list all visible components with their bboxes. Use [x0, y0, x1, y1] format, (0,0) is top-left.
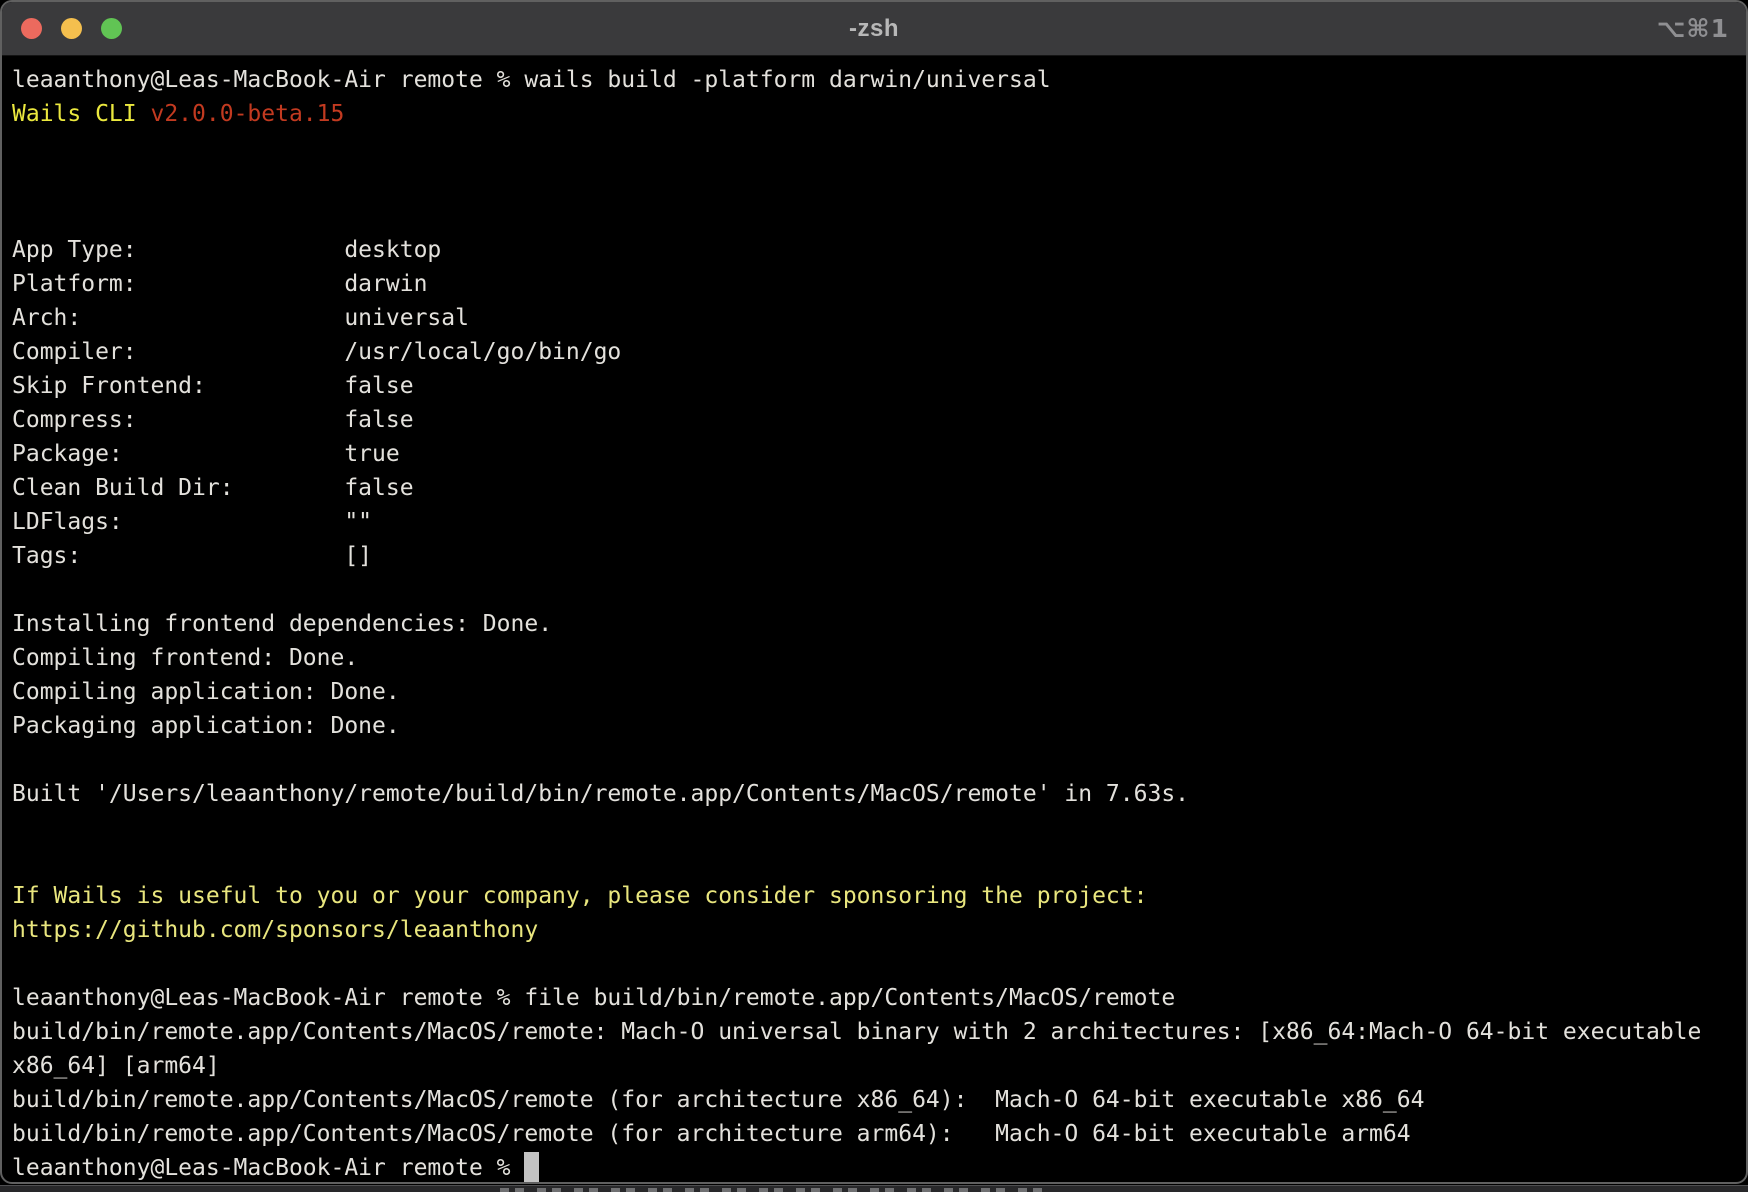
- window-titlebar[interactable]: -zsh ⌥⌘1: [2, 2, 1746, 56]
- window-title: -zsh: [849, 15, 899, 43]
- background-window-sliver: [0, 1185, 1748, 1192]
- terminal-text-segment: build/bin/remote.app/Contents/MacOS/remo…: [12, 1019, 1701, 1045]
- terminal-text-segment: Package: true: [12, 441, 400, 467]
- terminal-line: Packaging application: Done.: [12, 709, 1736, 743]
- terminal-window: -zsh ⌥⌘1 leaanthony@Leas-MacBook-Air rem…: [0, 0, 1748, 1184]
- terminal-text-segment: Installing frontend dependencies: Done.: [12, 611, 552, 637]
- terminal-line: Clean Build Dir: false: [12, 471, 1736, 505]
- terminal-text-segment: build/bin/remote.app/Contents/MacOS/remo…: [12, 1121, 1411, 1147]
- terminal-text-segment: Compiling application: Done.: [12, 679, 400, 705]
- terminal-text-segment: Skip Frontend: false: [12, 373, 414, 399]
- terminal-line: LDFlags: "": [12, 505, 1736, 539]
- terminal-line: Compiler: /usr/local/go/bin/go: [12, 335, 1736, 369]
- terminal-text-segment: Built '/Users/leaanthony/remote/build/bi…: [12, 781, 1189, 807]
- terminal-text-segment: x86_64] [arm64]: [12, 1053, 220, 1079]
- terminal-line: [12, 131, 1736, 165]
- desktop: -zsh ⌥⌘1 leaanthony@Leas-MacBook-Air rem…: [0, 0, 1748, 1192]
- background-window-clipped-text: [500, 1188, 1045, 1192]
- terminal-line: Wails CLI v2.0.0-beta.15: [12, 97, 1736, 131]
- terminal-line: Arch: universal: [12, 301, 1736, 335]
- terminal-line: x86_64] [arm64]: [12, 1049, 1736, 1083]
- terminal-cursor: [524, 1152, 538, 1181]
- terminal-line: leaanthony@Leas-MacBook-Air remote %: [12, 1151, 1736, 1184]
- terminal-text-segment: leaanthony@Leas-MacBook-Air remote % fil…: [12, 985, 1175, 1011]
- terminal-line: leaanthony@Leas-MacBook-Air remote % wai…: [12, 63, 1736, 97]
- terminal-output[interactable]: leaanthony@Leas-MacBook-Air remote % wai…: [2, 56, 1746, 1184]
- terminal-line: Compress: false: [12, 403, 1736, 437]
- terminal-text-segment: Tags: []: [12, 543, 372, 569]
- terminal-text-segment: Compiler: /usr/local/go/bin/go: [12, 339, 621, 365]
- terminal-line: leaanthony@Leas-MacBook-Air remote % fil…: [12, 981, 1736, 1015]
- terminal-text-segment: leaanthony@Leas-MacBook-Air remote % wai…: [12, 67, 1051, 93]
- terminal-line: build/bin/remote.app/Contents/MacOS/remo…: [12, 1015, 1736, 1049]
- terminal-line: Compiling frontend: Done.: [12, 641, 1736, 675]
- terminal-line: https://github.com/sponsors/leaanthony: [12, 913, 1736, 947]
- terminal-text-segment: Compress: false: [12, 407, 414, 433]
- terminal-line: [12, 165, 1736, 199]
- terminal-line: Compiling application: Done.: [12, 675, 1736, 709]
- terminal-text-segment: App Type: desktop: [12, 237, 441, 263]
- terminal-line: Package: true: [12, 437, 1736, 471]
- terminal-line: [12, 573, 1736, 607]
- terminal-line: Installing frontend dependencies: Done.: [12, 607, 1736, 641]
- terminal-text-segment: Platform: darwin: [12, 271, 427, 297]
- terminal-line: build/bin/remote.app/Contents/MacOS/remo…: [12, 1117, 1736, 1151]
- close-button[interactable]: [21, 18, 42, 39]
- terminal-line: build/bin/remote.app/Contents/MacOS/remo…: [12, 1083, 1736, 1117]
- terminal-line: [12, 947, 1736, 981]
- terminal-text-segment: leaanthony@Leas-MacBook-Air remote %: [12, 1155, 524, 1181]
- terminal-text-segment: LDFlags: "": [12, 509, 372, 535]
- terminal-line: Tags: []: [12, 539, 1736, 573]
- terminal-line: [12, 199, 1736, 233]
- terminal-line: Platform: darwin: [12, 267, 1736, 301]
- terminal-text-segment: Arch: universal: [12, 305, 469, 331]
- minimize-button[interactable]: [61, 18, 82, 39]
- terminal-line: Built '/Users/leaanthony/remote/build/bi…: [12, 777, 1736, 811]
- terminal-line: [12, 743, 1736, 777]
- terminal-line: Skip Frontend: false: [12, 369, 1736, 403]
- terminal-text-segment: v2.0.0-beta.15: [150, 101, 344, 127]
- terminal-text-segment: Compiling frontend: Done.: [12, 645, 358, 671]
- terminal-text-segment: Wails CLI: [12, 101, 150, 127]
- terminal-text-segment: build/bin/remote.app/Contents/MacOS/remo…: [12, 1087, 1424, 1113]
- terminal-line: [12, 845, 1736, 879]
- terminal-line: [12, 811, 1736, 845]
- zoom-button[interactable]: [101, 18, 122, 39]
- terminal-text-segment: Packaging application: Done.: [12, 713, 400, 739]
- traffic-light-buttons: [21, 2, 122, 55]
- terminal-line: If Wails is useful to you or your compan…: [12, 879, 1736, 913]
- terminal-text-segment: Clean Build Dir: false: [12, 475, 414, 501]
- terminal-line: App Type: desktop: [12, 233, 1736, 267]
- terminal-text-segment: If Wails is useful to you or your compan…: [12, 883, 1147, 909]
- terminal-text-segment: https://github.com/sponsors/leaanthony: [12, 917, 538, 943]
- tab-shortcut-badge: ⌥⌘1: [1657, 2, 1729, 55]
